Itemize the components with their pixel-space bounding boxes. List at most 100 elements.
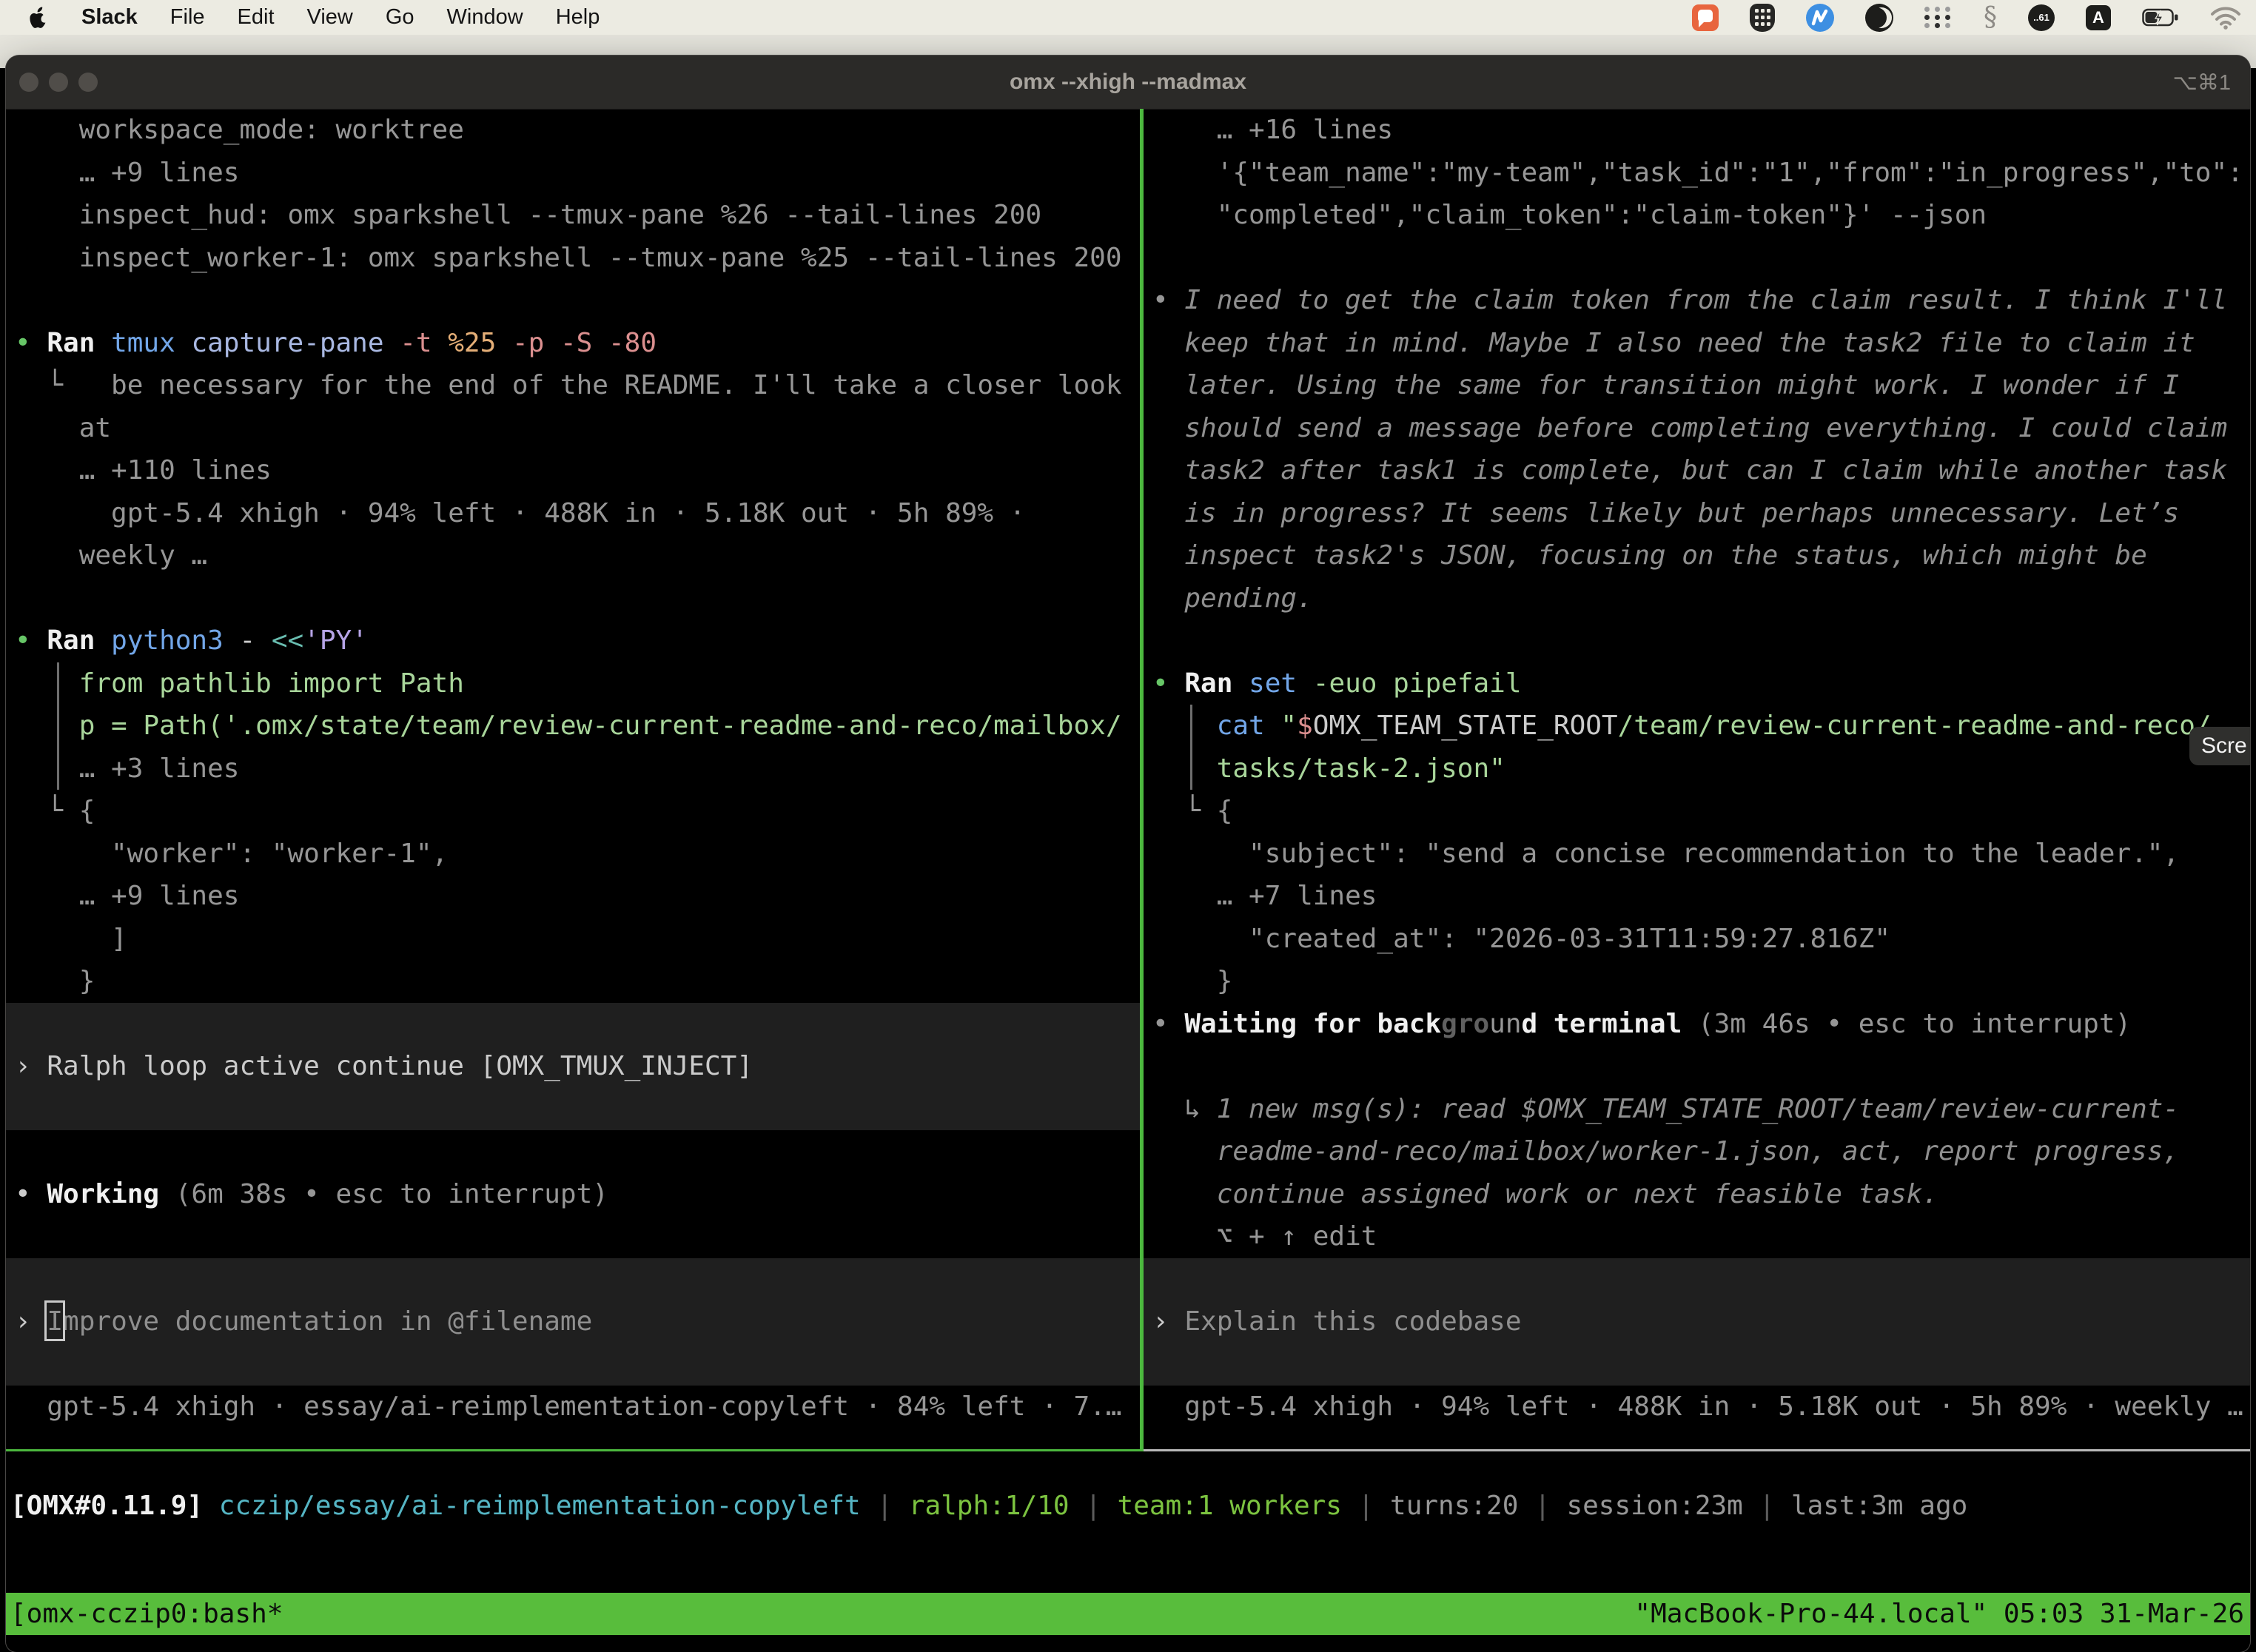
dots-grid-icon[interactable] (1924, 7, 1953, 28)
terminal-row (6, 1003, 1140, 1046)
terminal-text: p = Path('.omx/state/team/review-current… (79, 711, 1122, 741)
terminal-text: inspect task2's JSON, focusing on the st… (1152, 540, 2147, 571)
terminal-text: Ran (47, 328, 111, 358)
session-stats-right: gpt-5.4 xhigh · 94% left · 488K in · 5.1… (1144, 1386, 2250, 1428)
ran-set-line: • Ran set -euo pipefail (1144, 662, 2250, 705)
terminal-text: └ { (1152, 796, 1232, 826)
terminal-row: "completed","claim_token":"claim-token"}… (1144, 194, 2250, 237)
terminal-text: Working (47, 1179, 159, 1209)
terminal-text: ] (15, 924, 127, 954)
text-cursor: I (47, 1306, 63, 1337)
terminal-text: keep that in mind. Maybe I also need the… (1152, 328, 2195, 358)
terminal-row: tasks/task-2.json" (1144, 748, 2250, 790)
terminal-row: gpt-5.4 xhigh · 94% left · 488K in · 5.1… (6, 492, 1140, 535)
terminal-text: pending. (1152, 583, 1313, 614)
terminal-text (15, 711, 79, 741)
terminal-text: gpt-5.4 xhigh · essay/ai-reimplementatio… (15, 1391, 1122, 1422)
terminal-text: (6m 38s • esc to interrupt) (159, 1179, 608, 1209)
apple-icon[interactable] (30, 6, 49, 29)
terminal-text: tmux (111, 328, 175, 358)
terminal-row: … +7 lines (1144, 875, 2250, 918)
terminal-text: … +3 lines (15, 753, 239, 784)
terminal-text: - (224, 625, 272, 656)
terminal-text: weekly … (15, 540, 207, 571)
menu-item-go[interactable]: Go (386, 5, 414, 30)
terminal-text: "created_at": "2026-03-31T11:59:27.816Z" (1152, 924, 1890, 954)
terminal-text: at (15, 413, 111, 443)
omx-status-segment: ralph:1/10 (909, 1491, 1070, 1521)
terminal-text: … +9 lines (15, 158, 239, 188)
terminal-text: mprove documentation in @filename (63, 1306, 592, 1337)
omx-status-segment: last:3m ago (1791, 1491, 1967, 1521)
terminal-text (15, 668, 79, 699)
terminal-text: Waiting for back (1184, 1009, 1441, 1039)
omx-status-segment: | (1070, 1491, 1118, 1521)
terminal-text: 'PY' (303, 625, 368, 656)
terminal-text: › (1152, 1306, 1184, 1337)
ralph-loop-status: › Ralph loop active continue [OMX_TMUX_I… (6, 1045, 1140, 1088)
terminal-text: un (1489, 1009, 1521, 1039)
menu-item-edit[interactable]: Edit (238, 5, 275, 30)
terminal-text: "completed","claim_token":"claim-token"}… (1152, 200, 1987, 230)
slack-chat-icon[interactable] (1692, 4, 1719, 31)
menu-item-help[interactable]: Help (556, 5, 600, 30)
crescent-circle-icon[interactable] (1865, 4, 1893, 32)
menu-item-file[interactable]: File (170, 5, 205, 30)
terminal-row: inspect_worker-1: omx sparkshell --tmux-… (6, 237, 1140, 280)
terminal-row: … +9 lines (6, 875, 1140, 918)
shield-grid-icon[interactable] (1750, 4, 1775, 32)
terminal-row: "worker": "worker-1", (6, 833, 1140, 876)
terminal-text: set (1249, 668, 1297, 699)
terminal-row: cat "$OMX_TEAM_STATE_ROOT/team/review-cu… (1144, 705, 2250, 748)
menu-item-slack[interactable]: Slack (81, 5, 138, 30)
terminal-row: "subject": "send a concise recommendatio… (1144, 833, 2250, 876)
terminal-text (1265, 711, 1281, 741)
terminal-row (6, 1343, 1140, 1386)
terminal-row: '{"team_name":"my-team","task_id":"1","f… (1144, 152, 2250, 195)
terminal-text: Explain this codebase (1184, 1306, 1521, 1337)
terminal-text: inspect_worker-1: omx sparkshell --tmux-… (15, 243, 1122, 273)
blue-zigzag-icon[interactable] (1806, 4, 1834, 32)
circle-badge-icon[interactable]: ..61 (2028, 4, 2055, 31)
terminal-text: Ralph loop active continue [OMX_TMUX_INJ… (47, 1051, 753, 1081)
omx-status-segment: cczip/essay/ai-reimplementation-copyleft (219, 1491, 861, 1521)
terminal-text: $ (1297, 711, 1313, 741)
terminal-text: << (272, 625, 303, 656)
terminal-text: … +16 lines (1152, 115, 1393, 145)
terminal-text: -t (384, 328, 432, 358)
terminal-text: readme-and-reco/mailbox/worker-1.json, a… (1152, 1136, 2179, 1166)
terminal-row (1144, 237, 2250, 280)
macos-menu-bar: Slack File Edit View Go Window Help § ..61 A (0, 0, 2256, 35)
terminal-row: └ be necessary for the end of the README… (6, 364, 1140, 407)
terminal-content: workspace_mode: worktree … +9 lines insp… (6, 109, 2250, 1451)
screen-overlay-toast: Scre (2189, 727, 2250, 765)
battery-charging-icon[interactable] (2142, 8, 2179, 27)
terminal-row: } (6, 960, 1140, 1003)
menu-item-window[interactable]: Window (447, 5, 523, 30)
tmux-pane-right[interactable]: … +16 lines '{"team_name":"my-team","tas… (1144, 109, 2250, 1449)
terminal-text: -euo pipefail (1297, 668, 1521, 699)
omx-status-segment: | (1518, 1491, 1566, 1521)
squiggle-icon[interactable]: § (1984, 4, 1997, 31)
letter-a-icon[interactable]: A (2086, 5, 2111, 30)
menu-item-view[interactable]: View (307, 5, 353, 30)
tmux-host-clock: "MacBook-Pro-44.local" 05:03 31-Mar-26 (1634, 1593, 2244, 1635)
tmux-pane-left[interactable]: workspace_mode: worktree … +9 lines insp… (6, 109, 1140, 1449)
terminal-text: • (1152, 285, 1184, 315)
wifi-icon[interactable] (2210, 6, 2241, 30)
terminal-row: } (1144, 960, 2250, 1003)
terminal-row: should send a message before completing … (1144, 407, 2250, 450)
omx-status-segment: | (1743, 1491, 1791, 1521)
terminal-row: is in progress? It seems likely but perh… (1144, 492, 2250, 535)
working-status: • Working (6m 38s • esc to interrupt) (6, 1173, 1140, 1216)
terminal-text: } (1152, 966, 1232, 996)
terminal-text: ↳ (1152, 1094, 1217, 1124)
window-titlebar[interactable]: omx --xhigh --madmax ⌥⌘1 (6, 56, 2250, 110)
prompt-input-left[interactable]: › Improve documentation in @filename (6, 1300, 1140, 1343)
pane-bottom-border-active (6, 1449, 1140, 1451)
terminal-text: d terminal (1522, 1009, 1682, 1039)
prompt-input-right[interactable]: › Explain this codebase (1144, 1300, 2250, 1343)
terminal-text: continue assigned work or next feasible … (1152, 1179, 1938, 1209)
tmux-status-bar: [omx-cczip0:bash* "MacBook-Pro-44.local"… (6, 1593, 2250, 1635)
terminal-row: └ { (1144, 790, 2250, 833)
